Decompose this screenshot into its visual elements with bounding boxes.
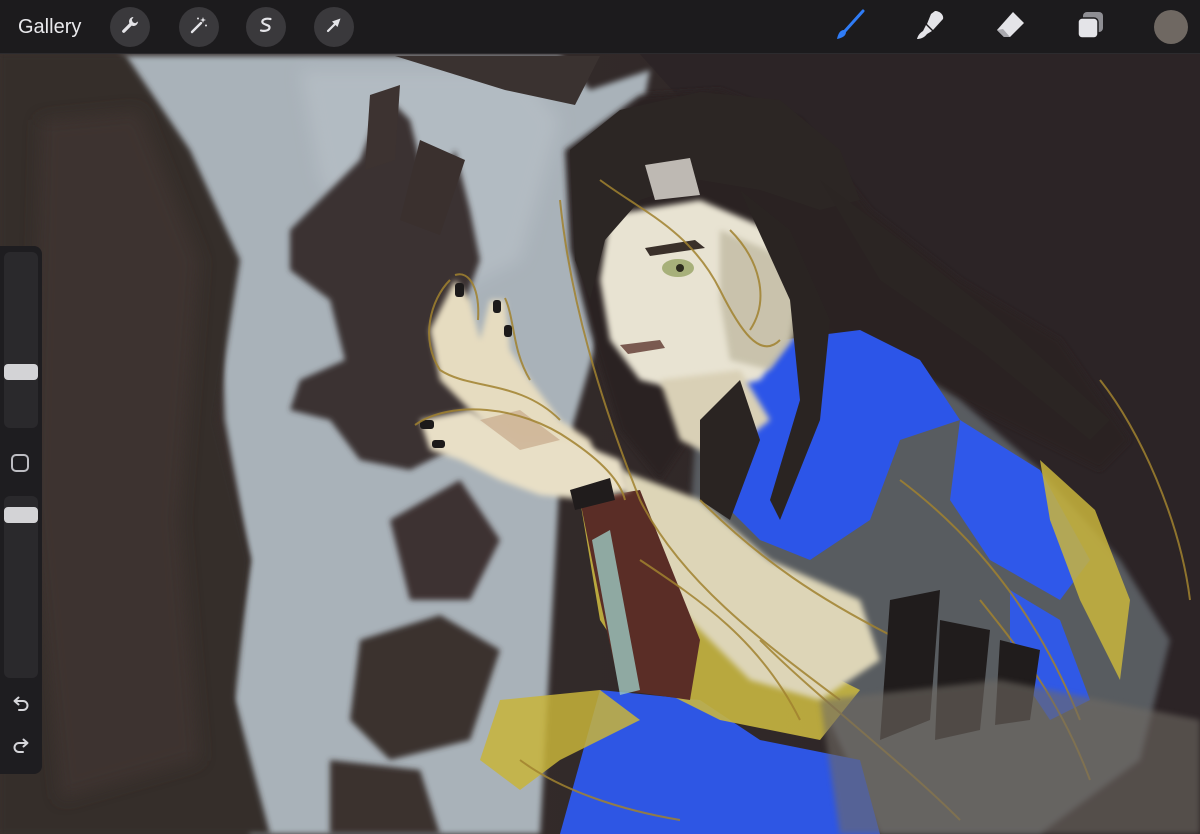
artwork [0, 54, 1200, 834]
undo-icon[interactable] [10, 694, 32, 716]
left-sidebar [0, 246, 42, 774]
eye-pupil [676, 264, 684, 272]
eraser-icon [993, 8, 1027, 47]
transform-button[interactable] [314, 7, 354, 47]
nail-3 [504, 325, 512, 337]
layers-button[interactable] [1070, 7, 1110, 47]
brush-size-handle[interactable] [4, 364, 38, 380]
gallery-button[interactable]: Gallery [18, 14, 81, 40]
nail-5 [432, 440, 445, 448]
brush-opacity-slider[interactable] [4, 496, 38, 678]
redo-icon[interactable] [10, 736, 32, 758]
top-toolbar: Gallery [0, 0, 1200, 54]
layers-icon [1073, 8, 1107, 47]
brush-opacity-handle[interactable] [4, 507, 38, 523]
smudge-icon [913, 8, 947, 47]
brush-tool-button[interactable] [830, 7, 870, 47]
smudge-tool-button[interactable] [910, 7, 950, 47]
nail-1 [455, 283, 464, 297]
nail-2 [493, 300, 501, 313]
color-picker-button[interactable] [1154, 10, 1188, 44]
square-icon[interactable] [11, 454, 29, 472]
shadow-stroke-1 [365, 85, 400, 170]
arrow-cursor-icon [324, 15, 344, 40]
selection-s-icon [256, 15, 276, 40]
adjustments-button[interactable] [179, 7, 219, 47]
drawing-canvas[interactable] [0, 0, 1200, 834]
brush-icon [833, 8, 867, 47]
brush-size-slider[interactable] [4, 252, 38, 428]
magic-wand-icon [189, 15, 209, 40]
selection-button[interactable] [246, 7, 286, 47]
bg-left-shadow-2 [30, 110, 200, 800]
eraser-tool-button[interactable] [990, 7, 1030, 47]
wrench-icon [120, 15, 140, 40]
actions-button[interactable] [110, 7, 150, 47]
